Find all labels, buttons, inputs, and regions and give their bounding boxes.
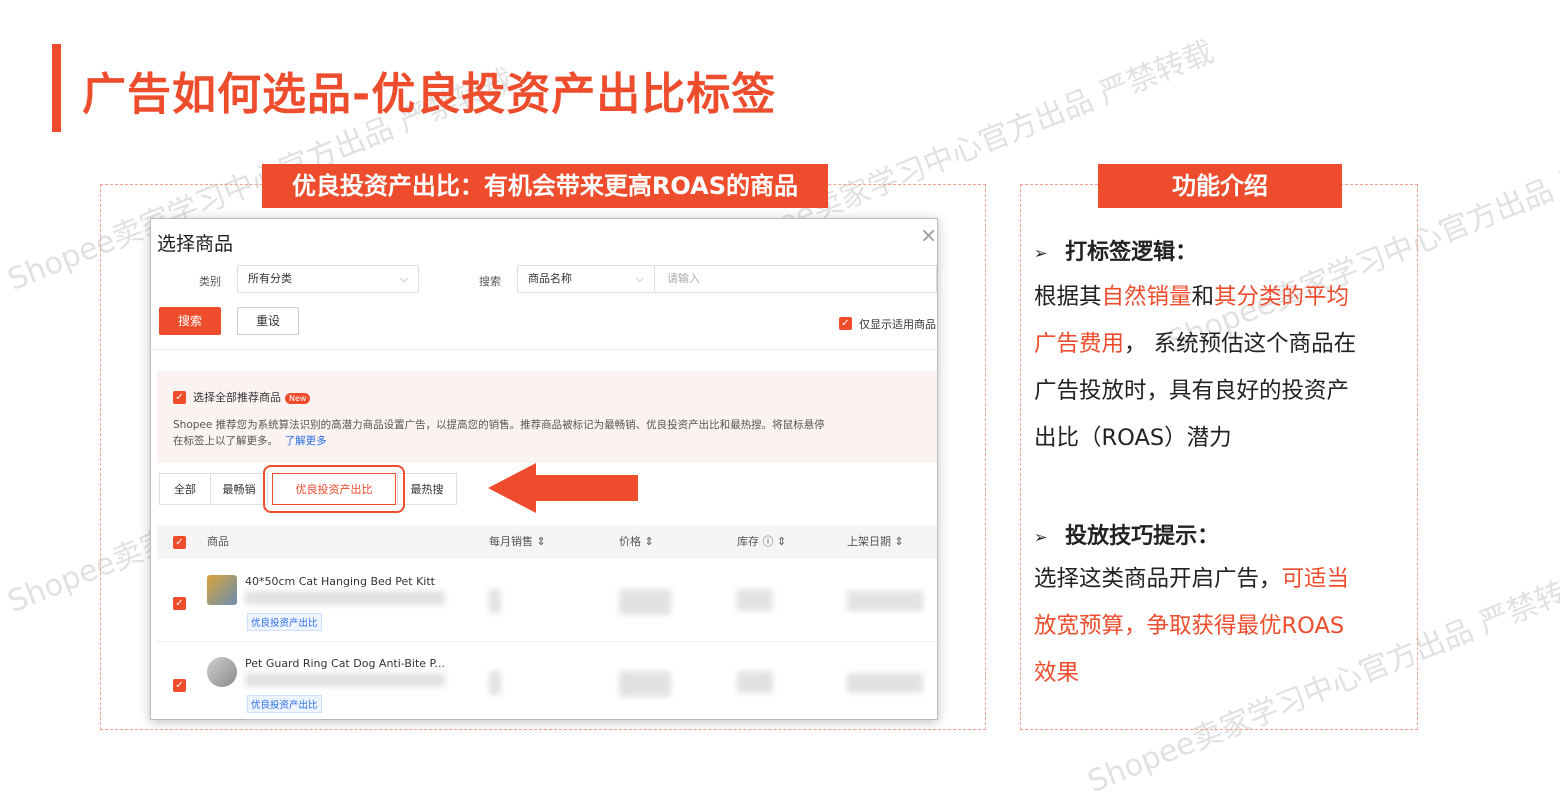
tab-most-searched[interactable]: 最热搜: [397, 473, 457, 505]
close-icon[interactable]: ×: [920, 223, 937, 247]
bullet-icon: ➢: [1034, 243, 1048, 263]
rec-desc-line2: 在标签上以了解更多。: [173, 435, 278, 447]
new-badge: New: [285, 392, 311, 404]
row-checkbox[interactable]: ✓: [173, 679, 186, 692]
logic-text: 出比（ROAS）潜力: [1034, 425, 1232, 451]
chevron-down-icon: ⌵: [399, 272, 408, 285]
table-row[interactable]: ✓ 40*50cm Cat Hanging Bed Pet Kitt 优良投资产…: [157, 561, 937, 642]
blurred-sales: [489, 589, 501, 613]
search-label: 搜索: [479, 275, 501, 288]
left-banner: 优良投资产出比：有机会带来更高ROAS的商品: [262, 164, 828, 208]
blurred-price: [619, 671, 671, 697]
recommendation-box: ✓ 选择全部推荐商品 New Shopee 推荐您为系统算法识别的高潜力商品设置广…: [157, 371, 937, 463]
blurred-sales: [489, 671, 501, 695]
blurred-detail: [245, 591, 445, 605]
tips-highlight: 效果: [1034, 660, 1080, 686]
table-header: ✓ 商品 每月销售 ⇕ 价格 ⇕ 库存 ⓘ ⇕ 上架日期 ⇕: [157, 525, 937, 559]
logic-highlight: 自然销量: [1101, 284, 1192, 310]
only-applicable-label: 仅显示适用商品: [859, 318, 936, 331]
right-banner: 功能介绍: [1098, 164, 1342, 208]
category-select[interactable]: 所有分类 ⌵: [237, 265, 419, 293]
col-product: 商品: [207, 535, 229, 548]
category-value: 所有分类: [248, 272, 292, 285]
search-input[interactable]: 请输入: [655, 265, 937, 293]
product-name: 40*50cm Cat Hanging Bed Pet Kitt: [245, 575, 435, 588]
section-tips-heading: ➢ 投放技巧提示：: [1034, 518, 1219, 550]
logic-text: ， 系统预估这个商品在: [1124, 331, 1357, 357]
row-checkbox[interactable]: ✓: [173, 597, 186, 610]
pointing-arrow-icon: [488, 463, 638, 513]
tab-good-roas[interactable]: 优良投资产出比: [272, 473, 396, 505]
modal-title: 选择商品: [157, 233, 234, 255]
section-tips-title: 投放技巧提示：: [1065, 524, 1220, 549]
col-listed-date[interactable]: 上架日期 ⇕: [847, 525, 904, 559]
blurred-date: [847, 591, 923, 611]
learn-more-link[interactable]: 了解更多: [285, 435, 327, 447]
tab-all[interactable]: 全部: [159, 473, 211, 505]
category-label: 类别: [199, 275, 221, 288]
product-name: Pet Guard Ring Cat Dog Anti-Bite P...: [245, 657, 445, 670]
tab-best-selling[interactable]: 最畅销: [210, 473, 268, 505]
product-thumbnail: [207, 657, 237, 687]
blurred-stock: [737, 589, 773, 611]
page-title: 广告如何选品-优良投资产出比标签: [82, 69, 777, 120]
chevron-down-icon: ⌵: [635, 272, 644, 285]
logic-text: 广告投放时，具有良好的投资产: [1034, 378, 1350, 404]
blurred-price: [619, 589, 671, 615]
tips-highlight: 可适当: [1281, 566, 1350, 592]
rec-desc-line1: Shopee 推荐您为系统算法识别的高潜力商品设置广告，以提高您的销售。推荐商品…: [173, 419, 825, 431]
select-all-recommended-checkbox[interactable]: ✓: [173, 391, 186, 404]
select-all-rows-checkbox[interactable]: ✓: [173, 536, 186, 549]
only-applicable-checkbox[interactable]: ✓: [839, 317, 852, 330]
tips-highlight: 放宽预算，争取获得最优ROAS: [1034, 613, 1345, 639]
recommendation-description: Shopee 推荐您为系统算法识别的高潜力商品设置广告，以提高您的销售。推荐商品…: [173, 417, 933, 449]
select-all-recommended-text: 选择全部推荐商品: [193, 391, 281, 404]
logic-text: 和: [1191, 284, 1215, 310]
logic-text: 根据其: [1034, 284, 1102, 310]
col-price[interactable]: 价格 ⇕: [619, 525, 654, 559]
product-thumbnail: [207, 575, 237, 605]
title-accent-bar: [52, 44, 61, 132]
blurred-date: [847, 673, 923, 693]
reset-button[interactable]: 重设: [237, 307, 299, 335]
good-roas-tag: 优良投资产出比: [247, 695, 322, 713]
search-field-select[interactable]: 商品名称 ⌵: [517, 265, 655, 293]
section-tips-body: 选择这类商品开启广告，可适当 放宽预算，争取获得最优ROAS 效果: [1034, 556, 1418, 697]
col-stock[interactable]: 库存 ⓘ ⇕: [737, 525, 786, 559]
good-roas-tag: 优良投资产出比: [247, 613, 322, 631]
select-all-recommended-label: 选择全部推荐商品 New: [193, 389, 311, 405]
blurred-stock: [737, 671, 773, 693]
divider: [151, 349, 937, 350]
table-row[interactable]: ✓ Pet Guard Ring Cat Dog Anti-Bite P... …: [157, 643, 937, 719]
tips-text: 选择这类商品开启广告，: [1034, 566, 1282, 592]
search-field-value: 商品名称: [528, 272, 572, 285]
section-logic-title: 打标签逻辑：: [1065, 240, 1198, 265]
logic-highlight: 广告费用: [1034, 331, 1125, 357]
bullet-icon: ➢: [1034, 527, 1048, 547]
col-monthly-sales[interactable]: 每月销售 ⇕: [489, 525, 546, 559]
search-button[interactable]: 搜索: [159, 307, 221, 335]
section-logic-body: 根据其自然销量和其分类的平均 广告费用， 系统预估这个商品在 广告投放时，具有良…: [1034, 274, 1418, 462]
section-logic-heading: ➢ 打标签逻辑：: [1034, 234, 1197, 266]
logic-highlight: 其分类的平均: [1214, 284, 1350, 310]
blurred-detail: [245, 673, 445, 687]
